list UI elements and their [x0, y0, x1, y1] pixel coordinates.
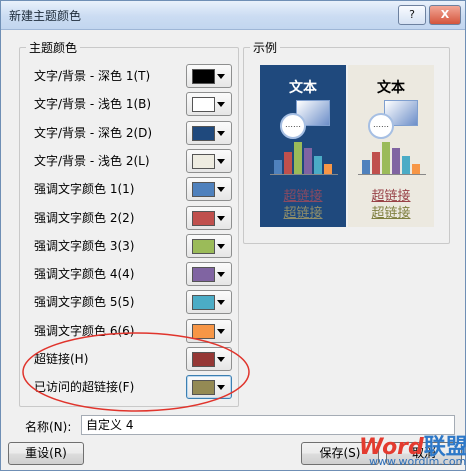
- color-swatch: [192, 97, 215, 112]
- sample-group: 示例 文本 …… 超链接 超链接 文本 …… 超链接 超链接: [243, 39, 450, 244]
- dropdown-arrow-icon: [217, 244, 225, 249]
- dropdown-arrow-icon: [217, 216, 225, 221]
- color-picker-button[interactable]: [186, 290, 232, 314]
- color-row-9: 强调文字颜色 5(5): [34, 290, 234, 314]
- sample-bar: [362, 160, 370, 174]
- color-row-label: 强调文字颜色 5(5): [34, 295, 135, 309]
- sample-bar: [382, 142, 390, 174]
- color-swatch: [192, 154, 215, 169]
- title-bar[interactable]: 新建主题颜色 ? X: [1, 1, 465, 30]
- sample-group-title: 示例: [250, 39, 281, 56]
- color-swatch: [192, 211, 215, 226]
- color-swatch: [192, 182, 215, 197]
- dark-sample-visited-hyperlink: 超链接: [283, 206, 323, 221]
- sample-bar: [402, 156, 410, 174]
- dropdown-arrow-icon: [217, 300, 225, 305]
- color-row-5: 强调文字颜色 1(1): [34, 177, 234, 201]
- color-picker-button[interactable]: [186, 262, 232, 286]
- color-row-label: 文字/背景 - 浅色 1(B): [34, 97, 152, 111]
- color-picker-button[interactable]: [186, 206, 232, 230]
- sample-bar: [324, 164, 332, 174]
- color-row-8: 强调文字颜色 4(4): [34, 262, 234, 286]
- sample-bar: [412, 164, 420, 174]
- color-swatch: [192, 267, 215, 282]
- color-row-2: 文字/背景 - 浅色 1(B): [34, 92, 234, 116]
- color-row-label: 强调文字颜色 1(1): [34, 182, 135, 196]
- color-row-1: 文字/背景 - 深色 1(T): [34, 64, 234, 88]
- light-sample-title: 文本: [377, 80, 405, 96]
- sample-chart-baseline: [270, 174, 338, 175]
- dropdown-arrow-icon: [217, 187, 225, 192]
- sample-preview: 文本 …… 超链接 超链接 文本 …… 超链接 超链接: [260, 65, 435, 227]
- dropdown-arrow-icon: [217, 102, 225, 107]
- sample-circle-shape: ……: [368, 113, 394, 139]
- color-swatch: [192, 126, 215, 141]
- color-row-7: 强调文字颜色 3(3): [34, 234, 234, 258]
- color-swatch: [192, 295, 215, 310]
- color-row-label: 文字/背景 - 浅色 2(L): [34, 154, 150, 168]
- red-annotation-ellipse: [22, 332, 250, 412]
- color-row-4: 文字/背景 - 浅色 2(L): [34, 149, 234, 173]
- sample-bar: [304, 148, 312, 174]
- name-input[interactable]: 自定义 4: [81, 415, 455, 435]
- light-sample-visited-hyperlink: 超链接: [371, 206, 411, 221]
- help-button[interactable]: ?: [398, 5, 426, 25]
- color-swatch: [192, 69, 215, 84]
- color-picker-button[interactable]: [186, 234, 232, 258]
- sample-bar: [314, 156, 322, 174]
- color-row-label: 强调文字颜色 2(2): [34, 211, 135, 225]
- color-picker-button[interactable]: [186, 121, 232, 145]
- color-row-3: 文字/背景 - 深色 2(D): [34, 121, 234, 145]
- sample-bar: [372, 152, 380, 174]
- sample-chart-baseline: [358, 174, 426, 175]
- dropdown-arrow-icon: [217, 131, 225, 136]
- name-label: 名称(N):: [25, 420, 72, 434]
- sample-bar: [294, 142, 302, 174]
- color-row-label: 文字/背景 - 深色 2(D): [34, 126, 153, 140]
- new-theme-colors-dialog: 新建主题颜色 ? X 主题颜色 文字/背景 - 深色 1(T) 文字/背景 - 浅…: [0, 0, 466, 471]
- dropdown-arrow-icon: [217, 159, 225, 164]
- sample-bar: [274, 160, 282, 174]
- save-button[interactable]: 保存(S): [301, 442, 379, 465]
- sample-bar-chart: [272, 140, 336, 174]
- close-button[interactable]: X: [429, 5, 461, 25]
- color-picker-button[interactable]: [186, 92, 232, 116]
- sample-bar-chart: [360, 140, 424, 174]
- sample-bar: [284, 152, 292, 174]
- dark-sample-title: 文本: [289, 80, 317, 96]
- sample-circle-shape: ……: [280, 113, 306, 139]
- theme-colors-group-title: 主题颜色: [26, 39, 81, 56]
- light-sample-panel: 文本 …… 超链接 超链接: [348, 65, 434, 227]
- color-picker-button[interactable]: [186, 149, 232, 173]
- dropdown-arrow-icon: [217, 74, 225, 79]
- reset-button[interactable]: 重设(R): [8, 442, 84, 465]
- color-row-6: 强调文字颜色 2(2): [34, 206, 234, 230]
- color-swatch: [192, 239, 215, 254]
- dark-sample-panel: 文本 …… 超链接 超链接: [260, 65, 346, 227]
- color-row-label: 文字/背景 - 深色 1(T): [34, 69, 151, 83]
- color-row-label: 强调文字颜色 4(4): [34, 267, 135, 281]
- color-row-label: 强调文字颜色 3(3): [34, 239, 135, 253]
- dialog-title: 新建主题颜色: [9, 9, 82, 23]
- color-picker-button[interactable]: [186, 177, 232, 201]
- color-picker-button[interactable]: [186, 64, 232, 88]
- dropdown-arrow-icon: [217, 272, 225, 277]
- sample-bar: [392, 148, 400, 174]
- cancel-button[interactable]: 取消: [386, 442, 462, 465]
